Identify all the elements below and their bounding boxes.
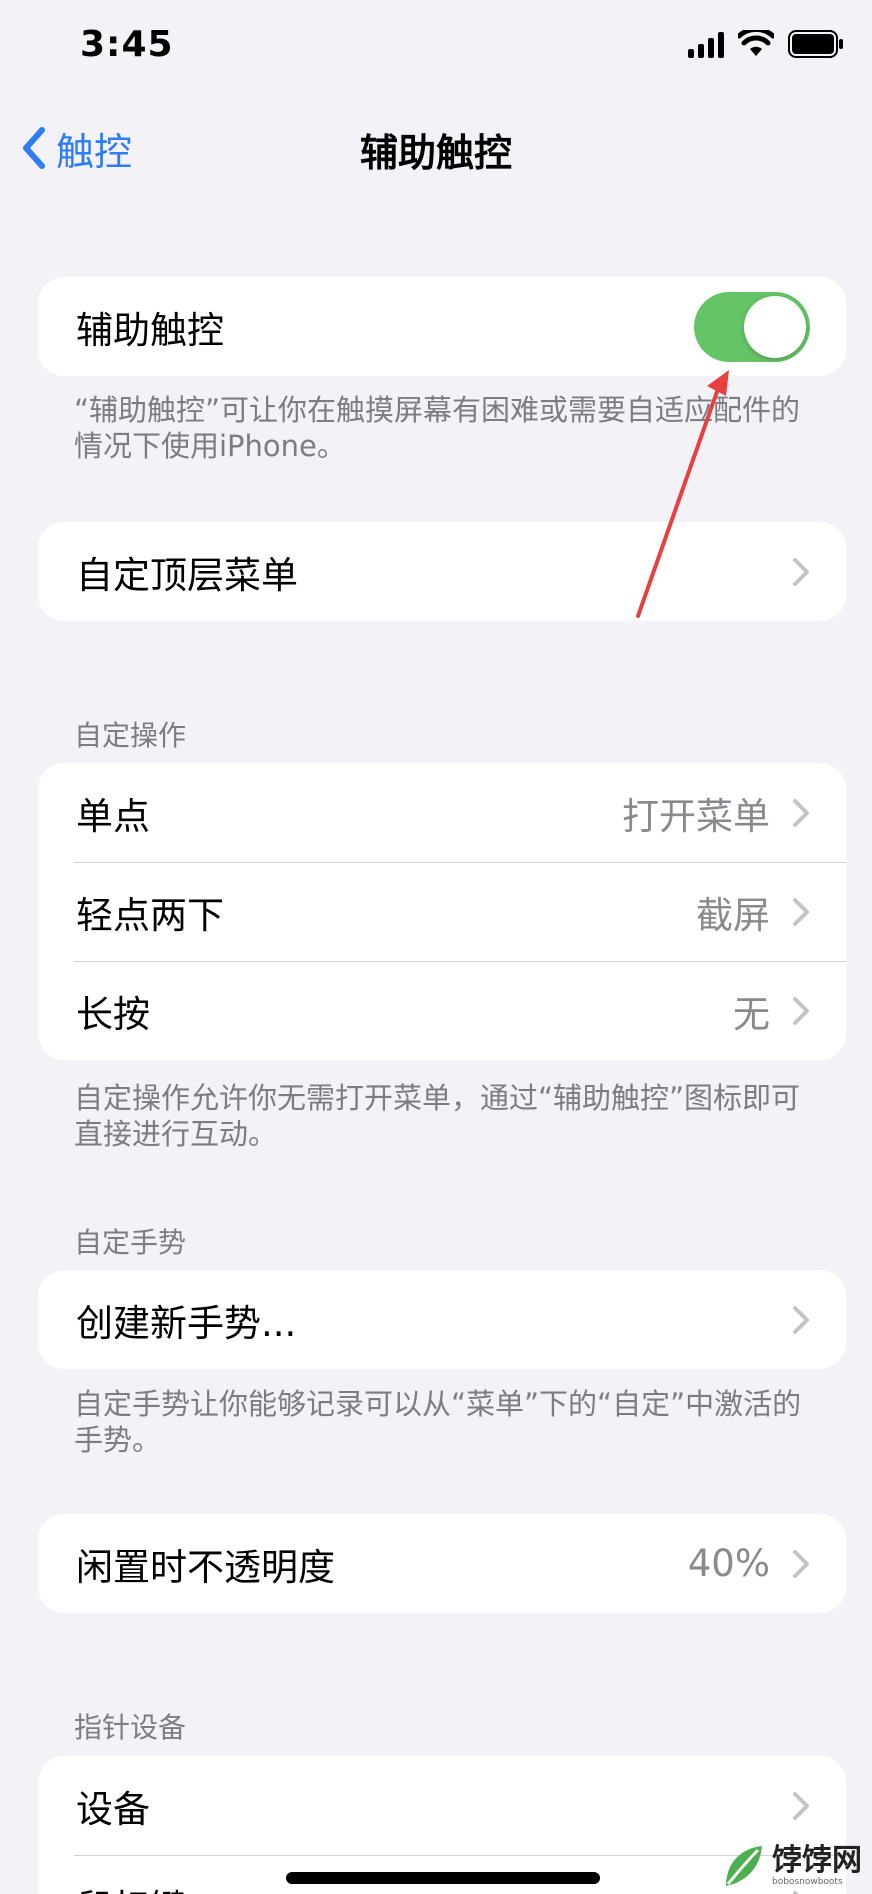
settings-page: 3:45 触控 辅助触控 辅助触控 “辅助触控”可让你在触摸屏幕有困难或需要自适… [0,0,872,1894]
watermark: 饽饽网 bobosnowboots [718,1842,862,1890]
watermark-sub: bobosnowboots [772,1877,843,1887]
home-indicator [286,1872,600,1884]
watermark-text-block: 饽饽网 bobosnowboots [772,1843,862,1888]
leaf-logo-icon [726,1846,762,1886]
annotation-arrow-icon [636,370,729,618]
watermark-text: 饽饽网 [772,1843,862,1878]
